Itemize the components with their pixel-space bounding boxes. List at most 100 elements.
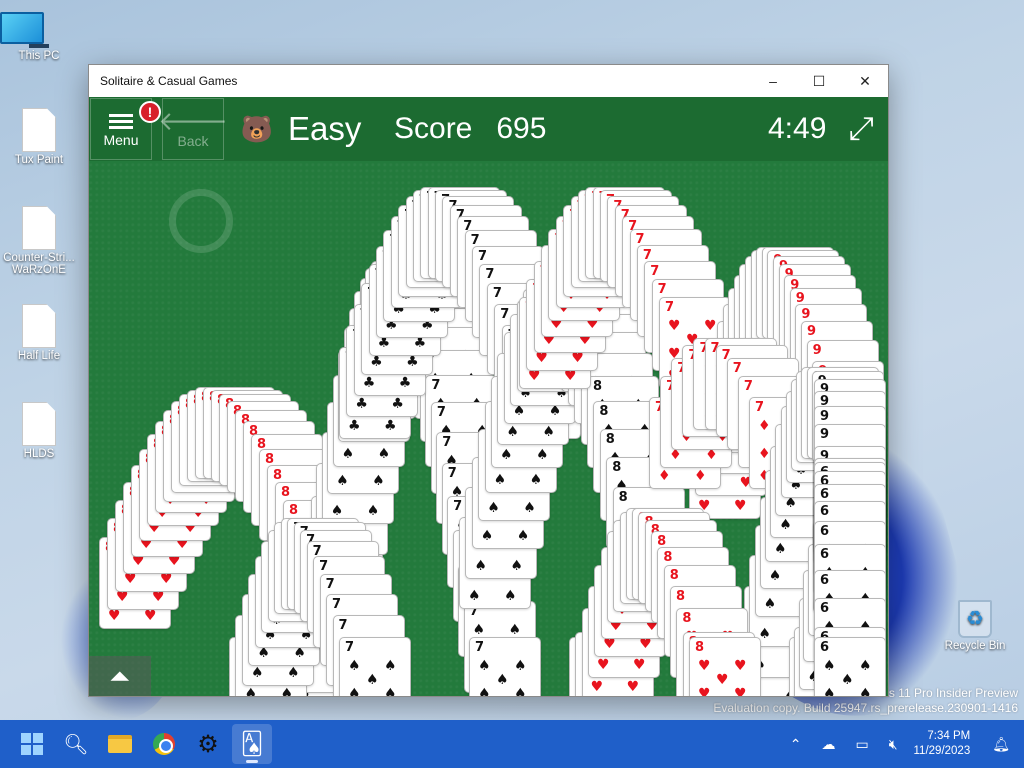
card-suit-pip: ♦	[658, 468, 671, 484]
card-suit-pip: ♠	[514, 658, 527, 674]
search-icon[interactable]: 🔍︎	[56, 724, 96, 764]
desktop-icon-recycle-bin[interactable]: ♻ Recycle Bin	[936, 600, 1014, 652]
card-suit-pip: ♠	[514, 686, 527, 697]
card-suit-pip: ♠	[478, 658, 491, 674]
card-suit-pip: ♠	[336, 473, 349, 490]
card-rank: 7	[319, 559, 329, 575]
card-rank: 7	[442, 434, 452, 450]
card-rank: 7	[475, 640, 485, 655]
desktop-icon-label: HLDS	[23, 448, 55, 460]
volume-mute-icon[interactable]: 🔇︎	[889, 736, 898, 753]
card-suit-pip: ♠	[508, 621, 522, 638]
card-suit-pip: ♣	[406, 354, 419, 371]
card-rank: 8	[695, 640, 705, 655]
playing-card: 7♠♠♠♠♠♠♠	[339, 637, 411, 697]
card-suit-pip: ♠	[366, 672, 379, 688]
clock-date: 11/29/2023	[913, 745, 971, 757]
desktop-icon-counter-strike[interactable]: Counter-Stri... WaRzOnE	[0, 206, 78, 276]
watermark-build: Evaluation copy. Build 25947.rs_prerelea…	[713, 701, 1018, 715]
card-suit-pip: ♥	[108, 608, 121, 624]
maximize-button[interactable]: ☐	[796, 65, 842, 97]
card-rank: 7	[325, 576, 335, 592]
show-more-button[interactable]: ⏶	[89, 656, 151, 696]
card-rank: 6	[820, 601, 830, 617]
card-suit-pip: ♥	[734, 686, 747, 697]
card-rank: 6	[820, 640, 830, 655]
card-suit-pip: ♥	[734, 658, 747, 674]
minimize-button[interactable]: –	[750, 65, 796, 97]
card-rank: 8	[605, 431, 615, 447]
back-button[interactable]: 🡐 Back	[158, 98, 228, 160]
card-suit-pip: ♥	[698, 658, 711, 674]
card-rank: 9	[801, 306, 811, 322]
card-suit-pip: ♠	[366, 502, 380, 519]
card-rank: 8	[612, 460, 622, 476]
chevron-up-icon[interactable]: ⌃	[790, 736, 802, 753]
card-suit-pip: ♥	[716, 672, 729, 688]
card-rank: 7	[338, 617, 348, 633]
card-suit-pip: ♥	[596, 656, 610, 673]
desktop-icon-label: Counter-Stri... WaRzOnE	[3, 252, 75, 276]
card-rank: 7	[732, 361, 742, 377]
network-icon[interactable]: ▭	[855, 736, 868, 753]
card-rank: 7	[447, 465, 457, 481]
recycle-bin-icon: ♻	[958, 600, 992, 638]
menu-button[interactable]: Menu !	[90, 98, 161, 160]
card-rank: 8	[273, 467, 283, 483]
close-button[interactable]: ✕	[842, 65, 888, 97]
chrome-icon[interactable]	[144, 724, 184, 764]
card-suit-pip: ♠	[774, 541, 787, 558]
desktop-icon-label: Tux Paint	[14, 154, 64, 166]
hamburger-icon	[109, 111, 133, 132]
card-suit-pip: ♥	[698, 686, 711, 697]
card-suit-pip: ♠	[341, 445, 355, 462]
card-suit-pip: ♠	[523, 499, 536, 516]
fullscreen-expand-icon[interactable]: ⤢	[848, 110, 874, 148]
desktop-icon-label: Recycle Bin	[944, 640, 1006, 652]
playing-card: 7♠♠♠♠♠♠♠	[469, 637, 541, 697]
card-suit-pip: ♠	[330, 502, 344, 519]
settings-icon[interactable]: ⚙	[188, 724, 228, 764]
file-explorer-icon[interactable]	[100, 724, 140, 764]
card-rank: 8	[676, 588, 686, 604]
desktop-icon-half-life[interactable]: Half Life	[0, 304, 78, 362]
card-rank: 9	[820, 408, 830, 424]
card-suit-pip: ♣	[370, 354, 383, 371]
card-suit-pip: ♠	[348, 658, 361, 674]
game-board[interactable]: 8♥♥♥♥♥♥♥8♥♥♥♥♥♥♥8♥♥♥♥♥♥♥8♥♥♥♥♥♥♥8♥♥♥♥♥♥♥…	[89, 97, 888, 696]
card-suit-pip: ♠	[480, 528, 494, 545]
card-suit-pip: ♠	[348, 686, 361, 697]
desktop-icon-this-pc[interactable]: This PC	[0, 12, 78, 62]
onedrive-icon[interactable]: ☁	[821, 736, 835, 753]
game-timer: 4:49	[768, 112, 827, 145]
file-shortcut-icon	[22, 304, 56, 348]
desktop-icon-hlds[interactable]: HLDS	[0, 402, 78, 460]
card-rank: 7	[743, 379, 753, 395]
card-suit-pip: ♣	[384, 418, 397, 434]
desktop-icon-tux-paint[interactable]: Tux Paint	[0, 108, 78, 166]
card-suit-pip: ♠	[493, 472, 507, 489]
card-rank: 6	[820, 523, 830, 539]
card-rank: 7	[332, 596, 342, 612]
difficulty-label: Easy	[288, 110, 362, 147]
card-rank: 8	[669, 567, 679, 583]
card-suit-pip: ♠	[286, 664, 300, 681]
card-suit-pip: ♥	[632, 656, 646, 673]
title-bar[interactable]: Solitaire & Casual Games – ☐ ✕	[89, 65, 888, 97]
clock[interactable]: 7:34 PM 11/29/2023	[914, 729, 971, 759]
card-rank: 7	[500, 306, 510, 322]
card-suit-pip: ♠	[859, 686, 872, 697]
card-rank: 9	[807, 324, 817, 340]
score-value: 695	[496, 112, 547, 145]
card-suit-pip: ♠	[468, 588, 481, 604]
card-suit-pip: ♠	[768, 567, 782, 584]
card-rank: 7	[492, 286, 502, 302]
polar-bear-icon: 🐻	[240, 113, 274, 144]
start-button[interactable]	[12, 724, 52, 764]
solitaire-taskbar-icon[interactable]: 🂡	[232, 724, 272, 764]
card-suit-pip: ♦	[758, 446, 771, 462]
card-suit-pip: ♠	[500, 446, 513, 463]
clock-time: 7:34 PM	[927, 730, 971, 742]
notification-bell-icon[interactable]: 🔔︎	[992, 736, 1010, 753]
card-suit-pip: ♥	[144, 608, 157, 624]
